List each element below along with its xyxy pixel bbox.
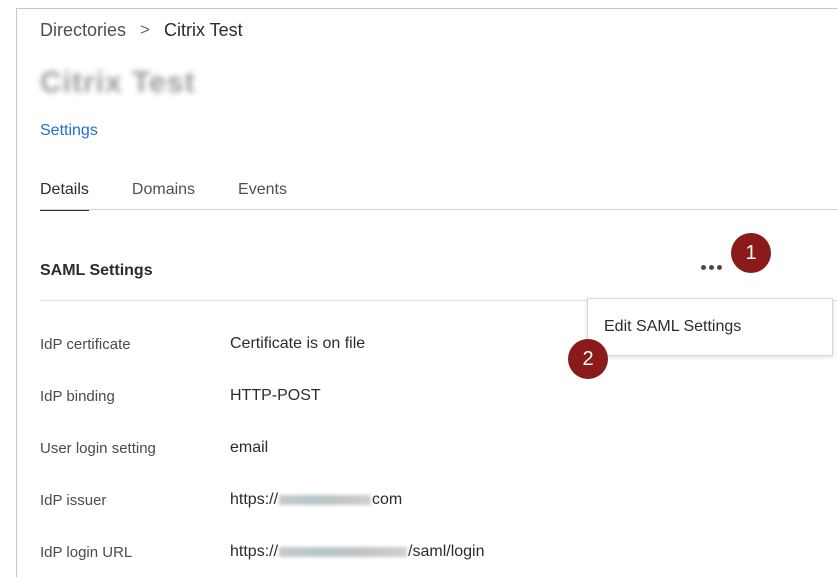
page-title: Citrix Test — [40, 66, 196, 99]
row-label: IdP certificate — [40, 335, 131, 353]
row-value: https:// com — [230, 491, 402, 509]
callout-marker-2: 2 — [568, 339, 608, 379]
settings-link[interactable]: Settings — [40, 122, 98, 140]
row-value: https:// /saml/login — [230, 543, 485, 561]
section-title: SAML Settings — [40, 262, 153, 279]
list-item: User login setting email — [40, 422, 740, 474]
breadcrumb-separator-icon: > — [140, 20, 150, 39]
value-prefix: https:// — [230, 543, 279, 560]
more-options-button[interactable] — [694, 256, 728, 278]
tabs-divider — [40, 209, 838, 210]
menu-item-edit-saml-settings[interactable]: Edit SAML Settings — [604, 318, 741, 336]
redacted-text — [279, 495, 372, 505]
more-horizontal-icon-dot — [708, 264, 714, 270]
breadcrumb-directories-link[interactable]: Directories — [40, 20, 126, 41]
row-label: IdP login URL — [40, 543, 133, 561]
value-suffix: /saml/login — [408, 543, 485, 560]
value-suffix: com — [372, 491, 403, 508]
breadcrumb: Directories > Citrix Test — [40, 18, 243, 42]
row-label: IdP binding — [40, 387, 115, 405]
tab-events[interactable]: Events — [238, 178, 287, 211]
list-item: IdP login URL https:// /saml/login — [40, 526, 740, 577]
row-value: HTTP-POST — [230, 387, 321, 404]
row-value: Certificate is on file — [230, 335, 366, 352]
more-horizontal-icon-dot — [716, 264, 722, 270]
actions-menu: Edit SAML Settings — [587, 298, 833, 356]
tab-domains[interactable]: Domains — [132, 178, 195, 211]
row-label: IdP issuer — [40, 491, 107, 509]
list-item: IdP binding HTTP-POST — [40, 370, 740, 422]
breadcrumb-current: Citrix Test — [163, 19, 243, 40]
redacted-text — [279, 547, 408, 557]
row-value: email — [230, 439, 269, 456]
list-item: IdP issuer https:// com — [40, 474, 740, 526]
tab-bar: Details Domains Events — [40, 178, 330, 211]
tab-details[interactable]: Details — [40, 178, 89, 211]
value-prefix: https:// — [230, 491, 279, 508]
more-horizontal-icon — [700, 264, 706, 270]
saml-settings-list: IdP certificate Certificate is on file I… — [40, 318, 740, 577]
row-label: User login setting — [40, 439, 156, 457]
callout-marker-1: 1 — [731, 233, 771, 273]
